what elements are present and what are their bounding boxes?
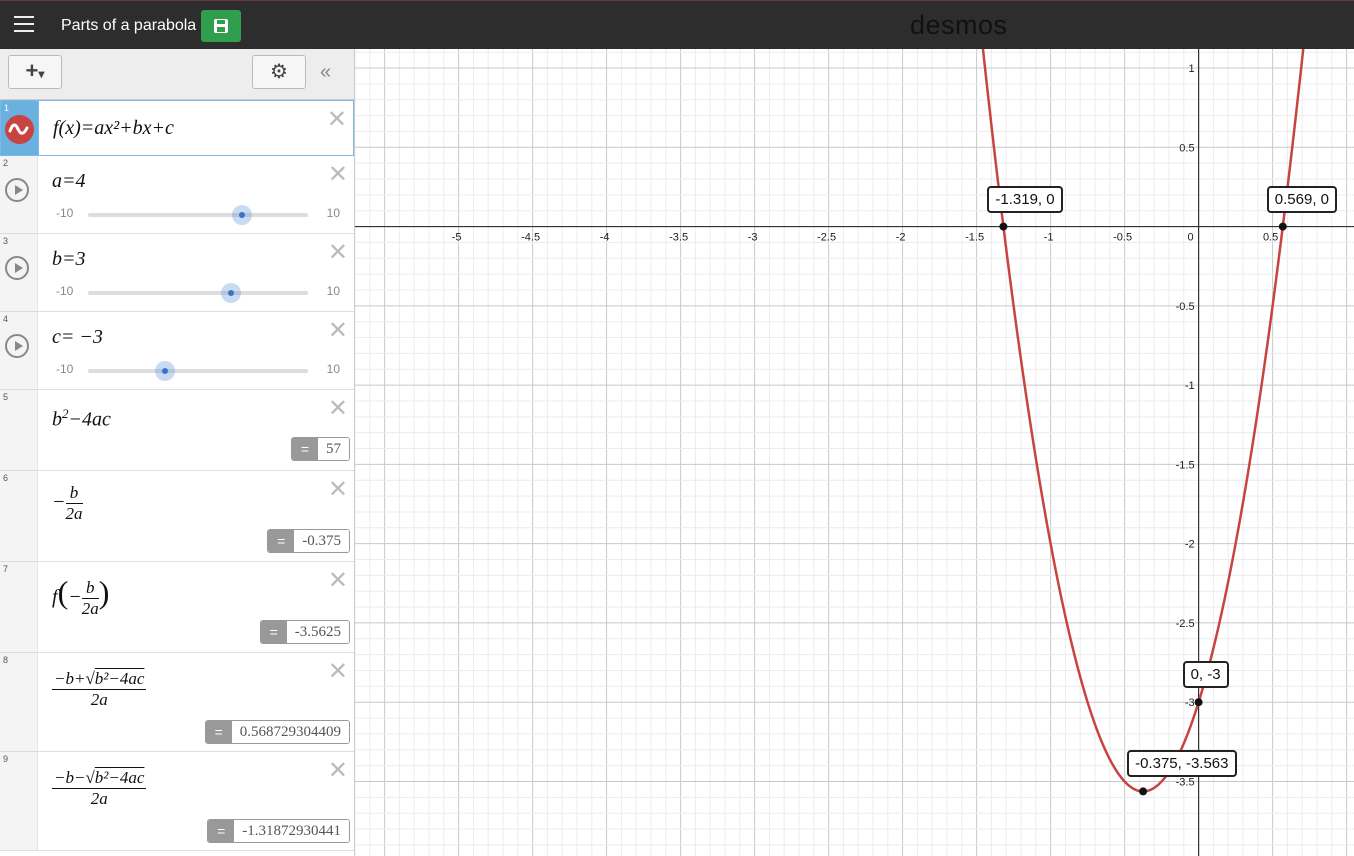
evaluation-result: = 0.568729304409 <box>204 720 350 744</box>
x-tick-label: 0.5 <box>1263 232 1278 244</box>
evaluation-result: = -3.5625 <box>259 620 350 644</box>
delete-icon[interactable]: ✕ <box>328 162 348 186</box>
graph-title[interactable]: Parts of a parabola <box>61 17 196 35</box>
y-tick-label: 0.5 <box>1179 142 1194 154</box>
y-tick-label: 1 <box>1188 63 1194 75</box>
point-marker <box>1278 222 1287 231</box>
x-tick-label: -3 <box>748 232 758 244</box>
evaluation-result: = -1.31872930441 <box>207 819 350 843</box>
expression-row[interactable]: 4 c= −3 -10 10 ✕ <box>0 312 354 390</box>
desmos-logo: desmos <box>910 10 1008 40</box>
play-icon[interactable] <box>5 334 29 358</box>
delete-icon[interactable]: ✕ <box>328 240 348 264</box>
x-tick-label: 0 <box>1188 232 1194 244</box>
slider-handle[interactable] <box>221 283 241 303</box>
save-icon <box>214 19 228 33</box>
x-tick-label: -4 <box>600 232 610 244</box>
delete-icon[interactable]: ✕ <box>328 396 348 420</box>
slider-track[interactable] <box>88 283 308 303</box>
x-tick-label: -2.5 <box>817 232 836 244</box>
x-tick-label: -0.5 <box>1113 232 1132 244</box>
expression-row[interactable]: 7 f(− b 2a) = -3.5625 ✕ <box>0 562 354 653</box>
expression-gutter: 1 <box>1 101 39 155</box>
y-tick-label: -1.5 <box>1176 459 1195 471</box>
play-icon[interactable] <box>5 178 29 202</box>
y-tick-label: -2.5 <box>1176 618 1195 630</box>
collapse-icon[interactable]: « <box>320 61 331 84</box>
save-button[interactable] <box>201 10 241 42</box>
graph-color-icon[interactable] <box>5 115 34 144</box>
top-bar: Parts of a parabola desmos <box>0 0 1354 49</box>
slider-a[interactable]: -10 10 <box>56 204 346 225</box>
graph-paper[interactable]: -5 -4.5 -4 -3.5 -3 -2.5 -2 -1.5 -1 -0.5 0 0.5 1 0.5 -0… <box>355 49 1354 856</box>
expression-input[interactable]: b=3 <box>52 248 86 271</box>
expression-input[interactable]: a=4 <box>52 170 86 193</box>
point-label[interactable]: -1.319, 0 <box>987 185 1063 213</box>
expression-toolbar: +▾ ⚙ « <box>0 49 354 100</box>
evaluation-result: = 57 <box>291 437 350 461</box>
expression-row[interactable]: 2 a=4 -10 10 ✕ <box>0 156 354 234</box>
x-tick-label: -2 <box>896 232 906 244</box>
point-marker <box>999 222 1008 231</box>
evaluation-result: = -0.375 <box>267 529 350 553</box>
y-tick-label: -1 <box>1185 380 1195 392</box>
expression-input[interactable]: b2−4ac <box>52 406 111 432</box>
expression-row[interactable]: 9 −b−√b²−4ac 2a = -1.31872930441 ✕ <box>0 752 354 851</box>
point-marker <box>1139 787 1148 796</box>
expression-input[interactable]: − b 2a <box>52 483 83 524</box>
slider-handle[interactable] <box>232 205 252 225</box>
x-tick-label: -5 <box>452 232 462 244</box>
point-marker <box>1194 698 1203 707</box>
x-tick-label: -4.5 <box>521 232 540 244</box>
delete-icon[interactable]: ✕ <box>328 477 348 501</box>
menu-icon[interactable] <box>14 16 34 32</box>
y-tick-label: -3 <box>1185 697 1195 709</box>
expression-input[interactable]: c= −3 <box>52 326 103 349</box>
slider-b[interactable]: -10 10 <box>56 282 346 303</box>
point-label[interactable]: 0.569, 0 <box>1266 185 1338 213</box>
x-tick-label: -1 <box>1044 232 1054 244</box>
expression-row[interactable]: 3 b=3 -10 10 ✕ <box>0 234 354 312</box>
expression-row[interactable]: 8 −b+√b²−4ac 2a = 0.568729304409 ✕ <box>0 653 354 752</box>
slider-c[interactable]: -10 10 <box>56 360 346 381</box>
delete-icon[interactable]: ✕ <box>327 107 347 131</box>
y-tick-label: -2 <box>1185 539 1195 551</box>
delete-icon[interactable]: ✕ <box>328 568 348 592</box>
expression-row[interactable]: 5 b2−4ac = 57 ✕ <box>0 390 354 471</box>
expression-input[interactable]: f(x)=ax²+bx+c <box>53 117 174 140</box>
delete-icon[interactable]: ✕ <box>328 758 348 782</box>
expression-input[interactable]: −b−√b²−4ac 2a <box>52 768 147 809</box>
graph-canvas[interactable]: -5 -4.5 -4 -3.5 -3 -2.5 -2 -1.5 -1 -0.5 0 0.5 1 0.5 -0… <box>355 49 1354 856</box>
add-item-button[interactable]: +▾ <box>8 55 62 89</box>
slider-track[interactable] <box>88 205 308 225</box>
y-tick-label: -0.5 <box>1176 301 1195 313</box>
point-label[interactable]: -0.375, -3.563 <box>1127 750 1237 778</box>
slider-handle[interactable] <box>155 361 175 381</box>
point-label[interactable]: 0, -3 <box>1182 661 1229 689</box>
expression-row[interactable]: 1 f(x)=ax²+bx+c ✕ <box>0 100 354 156</box>
expression-input[interactable]: f(− b 2a) <box>52 574 109 619</box>
play-icon[interactable] <box>5 256 29 280</box>
gear-icon[interactable]: ⚙ <box>252 55 306 89</box>
y-tick-label: -3.5 <box>1176 776 1195 788</box>
slider-track[interactable] <box>88 361 308 381</box>
delete-icon[interactable]: ✕ <box>328 318 348 342</box>
x-tick-label: -3.5 <box>669 232 688 244</box>
expression-input[interactable]: −b+√b²−4ac 2a <box>52 669 147 710</box>
expression-row[interactable]: 6 − b 2a = -0.375 ✕ <box>0 471 354 562</box>
x-tick-label: -1.5 <box>965 232 984 244</box>
delete-icon[interactable]: ✕ <box>328 659 348 683</box>
expression-list: +▾ ⚙ « 1 f(x)=ax²+bx+c ✕ 2 a=4 -10 10 ✕ … <box>0 49 355 856</box>
